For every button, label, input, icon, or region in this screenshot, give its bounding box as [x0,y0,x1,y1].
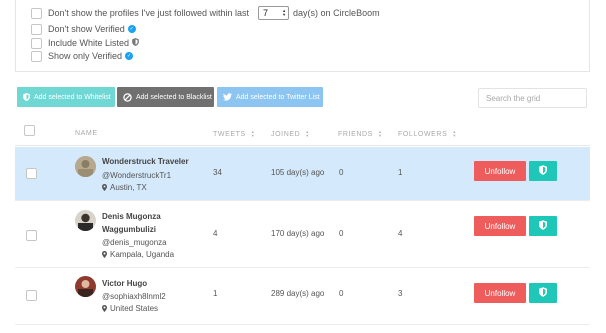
sort-arrows-icon[interactable]: ▲ ▼ [251,130,256,138]
profile-handle[interactable]: @denis_mugonza [102,238,167,247]
tweets-count: 1 [213,289,218,298]
column-header-name[interactable]: NAME [75,130,98,137]
column-header-joined-label: JOINED [271,130,301,138]
search-grid-input[interactable] [478,88,587,108]
column-header-joined[interactable]: JOINED ▲ ▼ [271,130,310,138]
add-to-blacklist-label: Add selected to Blacklist [136,93,212,101]
column-header-tweets-label: TWEETS [213,130,246,138]
profile-location: Austin, TX [102,183,147,192]
hide-followed-suffix: day(s) on CircleBoom [293,8,380,18]
column-header-followers[interactable]: FOLLOWERS ▲ ▼ [398,130,457,138]
days-value: 7 [263,8,269,18]
friends-count: 0 [339,289,344,298]
followers-count: 4 [398,229,403,238]
filter-dont-show-verified-row: Don't show Verified ✓ [31,22,136,36]
location-pin-icon [102,251,107,258]
add-to-whitelist-button[interactable]: Add selected to Whitelist [17,87,115,107]
followers-count: 1 [398,168,403,177]
joined-value: 289 day(s) ago [271,289,325,298]
shield-icon [539,220,547,232]
friends-count: 0 [339,229,344,238]
sort-arrows-icon[interactable]: ▲ ▼ [452,130,457,138]
profile-name[interactable]: Victor Hugo [102,279,147,288]
whitelist-button[interactable] [529,216,557,236]
unfollow-button[interactable]: Unfollow [474,216,526,236]
add-to-whitelist-label: Add selected to Whitelist [34,93,111,101]
hide-followed-checkbox[interactable] [31,7,42,19]
show-only-verified-label: Show only Verified [48,51,123,61]
twitter-bird-icon [223,93,232,101]
location-pin-icon [102,305,107,312]
verified-badge-icon: ✓ [125,52,134,60]
location-text: Austin, TX [110,183,147,192]
profile-handle[interactable]: @sophiaxh8lnml2 [102,292,166,301]
location-text: United States [110,304,159,313]
location-pin-icon [102,184,107,191]
filter-show-only-verified-row: Show only Verified ✓ [31,49,134,63]
select-all-checkbox[interactable] [24,125,35,136]
followers-count: 3 [398,289,403,298]
column-header-friends[interactable]: FRIENDS ▲ ▼ [338,130,383,138]
header-divider [15,145,590,146]
profile-handle[interactable]: @WonderstruckTr1 [102,171,171,180]
shield-icon [132,38,139,48]
profile-location: United States [102,304,158,313]
tweets-count: 4 [213,229,218,238]
filter-panel: Don't show the profiles I've just follow… [15,0,590,72]
filter-hide-followed-row: Don't show the profiles I've just follow… [31,6,380,20]
dont-show-verified-checkbox[interactable] [31,23,42,35]
location-text: Kampala, Uganda [110,250,175,259]
column-header-name-label: NAME [75,130,98,137]
avatar [75,156,96,177]
add-to-twitter-list-button[interactable]: Add selected to Twitter List [217,87,323,107]
sort-arrows-icon[interactable]: ▲ ▼ [305,130,310,138]
row-checkbox[interactable] [26,230,37,241]
verified-badge-icon: ✓ [127,25,136,33]
include-white-listed-checkbox[interactable] [31,37,42,49]
unfollow-button[interactable]: Unfollow [474,161,526,181]
hide-followed-label: Don't show the profiles I've just follow… [48,8,250,18]
profile-location: Kampala, Uganda [102,250,174,259]
joined-value: 105 day(s) ago [271,168,325,177]
joined-value: 170 day(s) ago [271,229,325,238]
profile-name[interactable]: Denis Mugonza [102,212,161,221]
avatar [75,276,96,297]
column-header-followers-label: FOLLOWERS [398,130,448,138]
days-stepper[interactable]: 7 ▲ ▼ [258,6,290,20]
avatar [75,210,96,231]
table-row[interactable]: Wonderstruck Traveler @WonderstruckTr1 A… [15,147,590,201]
add-to-blacklist-button[interactable]: Add selected to Blacklist [117,87,214,107]
shield-icon [539,287,547,299]
sort-arrows-icon[interactable]: ▲ ▼ [378,130,383,138]
filter-include-whitelisted-row: Include White Listed [31,36,139,50]
friends-count: 0 [339,168,344,177]
row-checkbox[interactable] [26,290,37,301]
whitelist-button[interactable] [529,161,557,181]
include-white-listed-label: Include White Listed [48,38,130,48]
stepper-arrows-icon[interactable]: ▲ ▼ [282,9,286,17]
row-checkbox[interactable] [26,168,37,179]
add-to-twitter-list-label: Add selected to Twitter List [236,93,320,101]
table-row[interactable]: Denis Mugonza Waggumbulizi @denis_mugonz… [15,202,590,268]
column-header-tweets[interactable]: TWEETS ▲ ▼ [213,130,255,138]
profile-name[interactable]: Wonderstruck Traveler [102,157,189,166]
shield-icon [23,93,30,101]
column-header-friends-label: FRIENDS [338,130,373,138]
shield-icon [539,165,547,177]
whitelist-button[interactable] [529,283,557,303]
unfollow-button[interactable]: Unfollow [474,283,526,303]
ban-icon [123,92,132,102]
show-only-verified-checkbox[interactable] [31,50,42,62]
table-row[interactable]: Victor Hugo @sophiaxh8lnml2 United State… [15,269,590,325]
tweets-count: 34 [213,168,222,177]
dont-show-verified-label: Don't show Verified [48,24,125,34]
profile-name-line2[interactable]: Waggumbulizi [102,225,156,234]
